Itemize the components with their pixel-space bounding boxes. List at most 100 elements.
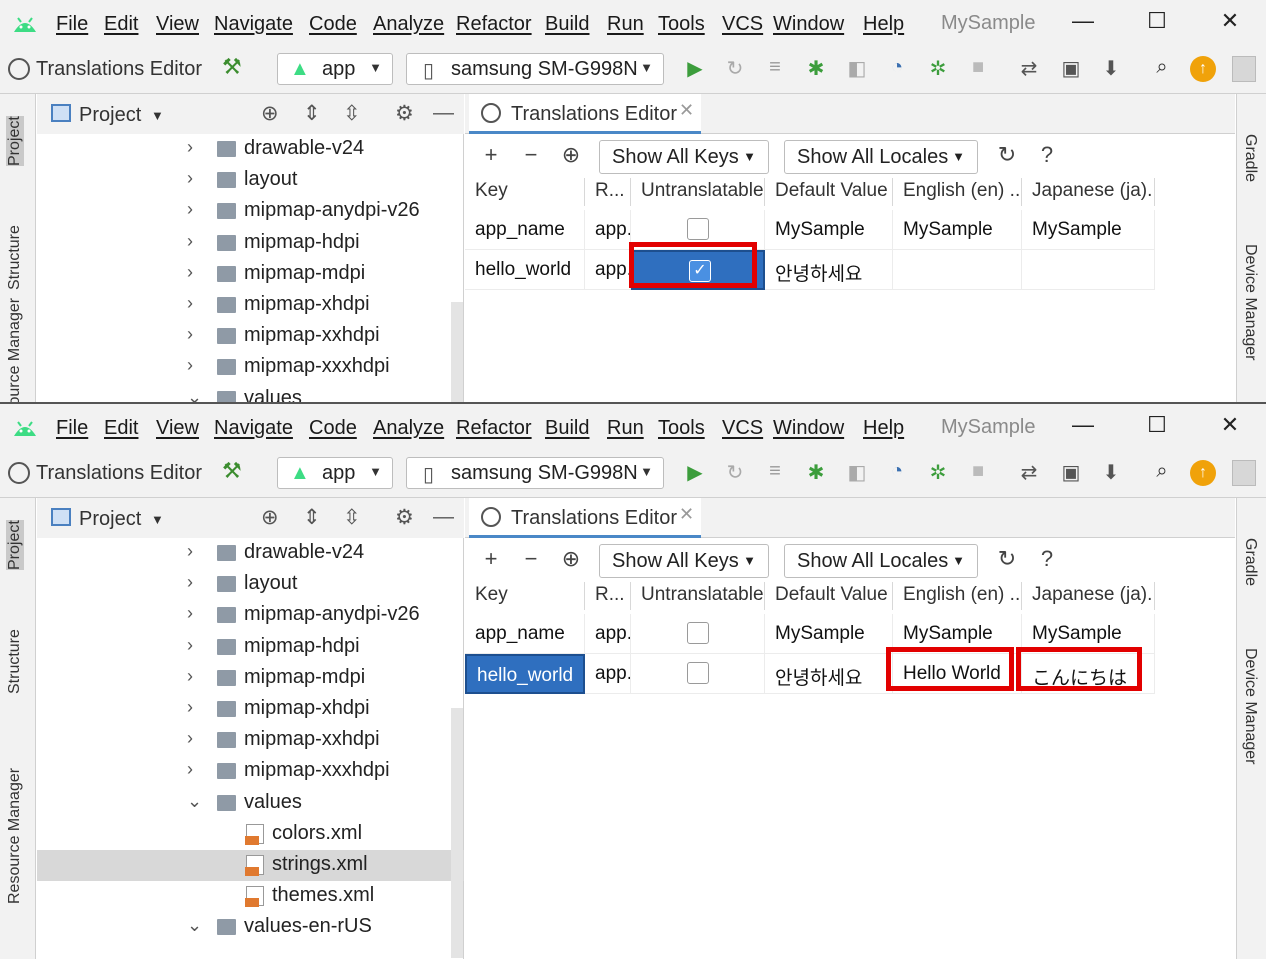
menu-build[interactable]: Build	[545, 417, 589, 440]
tree-item[interactable]: › mipmap-xhdpi	[37, 290, 464, 321]
chevron-down-icon[interactable]: ⌄	[187, 791, 202, 812]
tool-tab-structure[interactable]: Structure	[6, 225, 24, 290]
build-hammer-icon[interactable]: ⚒	[222, 458, 242, 484]
table-cell-default[interactable]: 안녕하세요	[765, 654, 893, 694]
chevron-right-icon[interactable]: ›	[187, 199, 193, 220]
maximize-button[interactable]: ☐	[1142, 412, 1172, 438]
add-locale-icon[interactable]: ⊕	[559, 546, 583, 572]
table-cell-default[interactable]: MySample	[765, 210, 893, 250]
japanese-column-header[interactable]: Japanese (ja)...	[1022, 582, 1155, 610]
sdk-manager-icon[interactable]: ⬇	[1098, 56, 1124, 81]
chevron-right-icon[interactable]: ›	[187, 603, 193, 624]
chevron-right-icon[interactable]: ›	[187, 231, 193, 252]
apply-changes-icon[interactable]: ↻	[722, 56, 748, 81]
menu-refactor[interactable]: Refactor	[456, 417, 532, 440]
chevron-right-icon[interactable]: ›	[187, 697, 193, 718]
show-locales-dropdown[interactable]: Show All Locales ▼	[784, 140, 978, 174]
chevron-right-icon[interactable]: ›	[187, 572, 193, 593]
chevron-right-icon[interactable]: ›	[187, 262, 193, 283]
scrollbar[interactable]	[451, 302, 463, 402]
toolbar-context-title[interactable]: Translations Editor	[36, 462, 202, 485]
show-locales-dropdown[interactable]: Show All Locales ▼	[784, 544, 978, 578]
tool-tab-device-manager[interactable]: Device Manager	[1241, 244, 1259, 361]
project-view-label[interactable]: Project	[79, 508, 141, 531]
menu-run[interactable]: Run	[607, 417, 644, 440]
menu-tools[interactable]: Tools	[658, 417, 705, 440]
tool-tab-project[interactable]: Project	[6, 116, 24, 166]
tree-item[interactable]: strings.xml	[37, 850, 464, 881]
scrollbar[interactable]	[451, 708, 463, 958]
apply-code-changes-icon[interactable]: ≡	[762, 460, 788, 483]
menu-navigate[interactable]: Navigate	[214, 417, 293, 440]
attach-process-icon[interactable]: ✲	[925, 56, 951, 81]
chevron-down-icon[interactable]: ▼	[151, 512, 164, 527]
tree-item[interactable]: ⌄ values-en-rUS	[37, 912, 464, 943]
tree-item[interactable]: › mipmap-anydpi-v26	[37, 600, 464, 631]
untranslatable-column-header[interactable]: Untranslatable	[631, 178, 765, 206]
profiler-icon[interactable]: ◔	[884, 460, 910, 483]
menu-refactor[interactable]: Refactor	[456, 13, 532, 36]
resource-column-header[interactable]: R...	[585, 178, 631, 206]
default-value-column-header[interactable]: Default Value	[765, 582, 893, 610]
attach-debugger-icon[interactable]: ◧	[844, 56, 870, 81]
stop-icon[interactable]: ■	[965, 56, 991, 79]
chevron-right-icon[interactable]: ›	[187, 137, 193, 158]
project-view-label[interactable]: Project	[79, 104, 141, 127]
help-icon[interactable]: ?	[1035, 546, 1059, 572]
menu-code[interactable]: Code	[309, 417, 357, 440]
tree-item[interactable]: › mipmap-hdpi	[37, 228, 464, 259]
table-cell-untranslatable[interactable]	[631, 654, 765, 694]
apply-code-changes-icon[interactable]: ≡	[762, 56, 788, 79]
add-key-icon[interactable]: +	[479, 546, 503, 572]
tree-item[interactable]: › drawable-v24	[37, 134, 464, 165]
chevron-down-icon[interactable]: ▼	[151, 108, 164, 123]
close-icon[interactable]: ✕	[679, 100, 694, 121]
locate-icon[interactable]: ⊕	[261, 505, 279, 530]
tool-tab-resource-manager[interactable]: Resource Manager	[6, 298, 24, 402]
update-icon[interactable]: ↑	[1190, 460, 1216, 486]
tab-translations-editor[interactable]: Translations Editor ✕	[469, 94, 701, 134]
expand-all-icon[interactable]: ⇕	[303, 505, 321, 530]
menu-edit[interactable]: Edit	[104, 13, 138, 36]
menu-vcs[interactable]: VCS	[722, 13, 763, 36]
tree-item[interactable]: › mipmap-xhdpi	[37, 694, 464, 725]
chevron-right-icon[interactable]: ›	[187, 541, 193, 562]
search-icon[interactable]: ⌕	[1149, 56, 1175, 79]
sync-gradle-icon[interactable]: ⇄	[1016, 56, 1042, 81]
module-selector[interactable]: ▲ app ▼	[277, 53, 393, 85]
profiler-icon[interactable]: ◔	[884, 56, 910, 79]
remove-key-icon[interactable]: −	[519, 546, 543, 572]
device-selector[interactable]: ▯ samsung SM-G998N ▼	[406, 53, 664, 85]
tool-tab-resource-manager[interactable]: Resource Manager	[6, 768, 24, 904]
tree-item[interactable]: ⌄ values	[37, 384, 464, 402]
reload-icon[interactable]: ↻	[995, 546, 1019, 572]
tab-translations-editor[interactable]: Translations Editor ✕	[469, 498, 701, 538]
chevron-right-icon[interactable]: ›	[187, 293, 193, 314]
tree-item[interactable]: › mipmap-anydpi-v26	[37, 196, 464, 227]
locate-icon[interactable]: ⊕	[261, 101, 279, 126]
sync-gradle-icon[interactable]: ⇄	[1016, 460, 1042, 485]
sdk-manager-icon[interactable]: ⬇	[1098, 460, 1124, 485]
avatar[interactable]	[1232, 460, 1256, 486]
chevron-right-icon[interactable]: ›	[187, 759, 193, 780]
minimize-button[interactable]: —	[1068, 8, 1098, 34]
key-column-header[interactable]: Key	[465, 178, 585, 206]
tree-item[interactable]: › layout	[37, 569, 464, 600]
tool-tab-structure[interactable]: Structure	[6, 629, 24, 694]
collapse-all-icon[interactable]: ⇳	[343, 505, 361, 530]
tree-item[interactable]: themes.xml	[37, 881, 464, 912]
tree-item[interactable]: › layout	[37, 165, 464, 196]
toolbar-context-title[interactable]: Translations Editor	[36, 58, 202, 81]
attach-debugger-icon[interactable]: ◧	[844, 460, 870, 485]
chevron-down-icon[interactable]: ⌄	[187, 915, 202, 936]
japanese-column-header[interactable]: Japanese (ja)...	[1022, 178, 1155, 206]
stop-icon[interactable]: ■	[965, 460, 991, 483]
menu-vcs[interactable]: VCS	[722, 417, 763, 440]
debug-icon[interactable]: ✱	[803, 460, 829, 485]
tool-tab-gradle[interactable]: Gradle	[1241, 134, 1259, 182]
english-column-header[interactable]: English (en) ...	[893, 582, 1022, 610]
table-cell-resource[interactable]: app.	[585, 250, 631, 290]
chevron-right-icon[interactable]: ›	[187, 324, 193, 345]
menu-file[interactable]: File	[56, 13, 88, 36]
tree-item[interactable]: › mipmap-xxxhdpi	[37, 756, 464, 787]
